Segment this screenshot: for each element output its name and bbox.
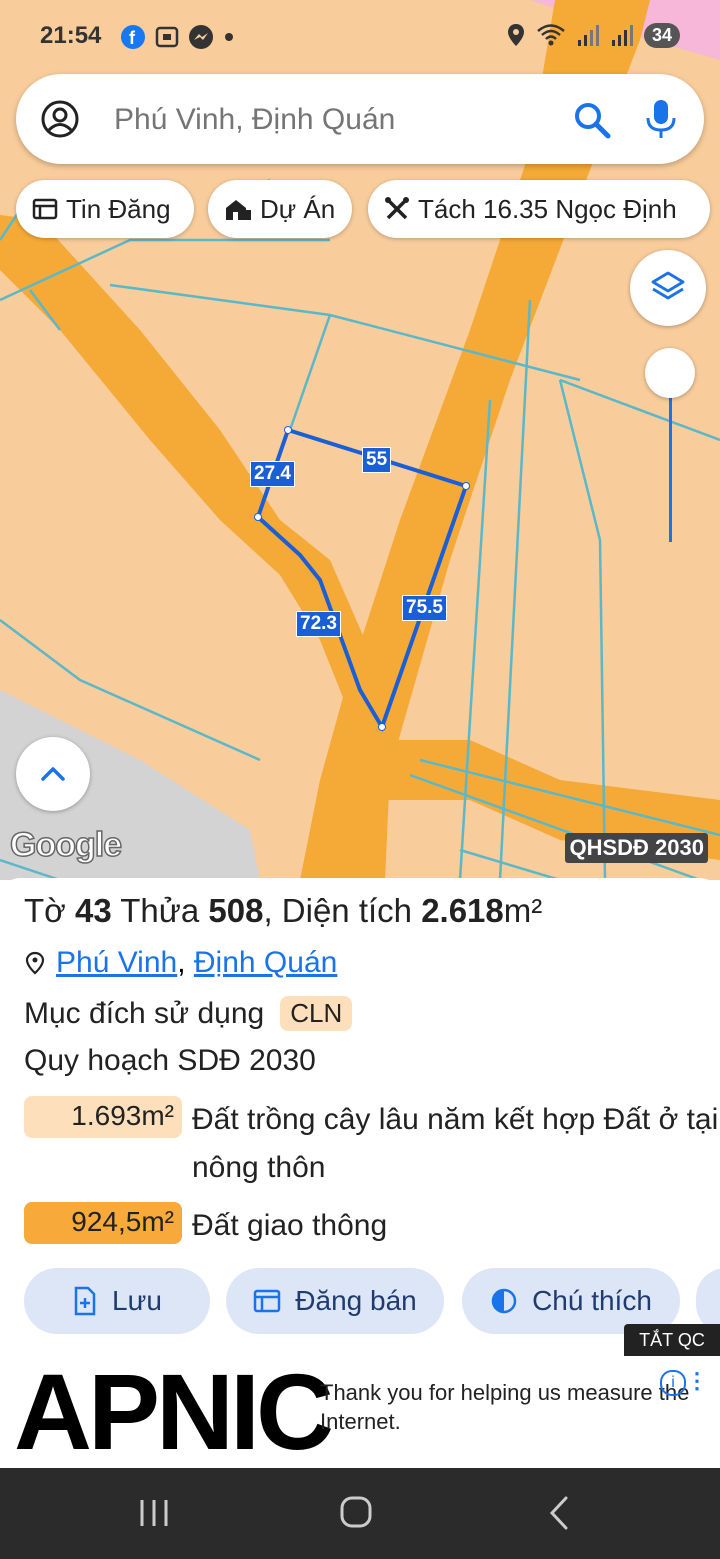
edge-label-55: 55: [362, 447, 392, 473]
parcel-location: Phú Vinh, Định Quán: [24, 946, 337, 980]
search-input[interactable]: [112, 96, 536, 144]
zone-area: 924,5m²: [24, 1202, 182, 1244]
sheet-number: 43: [74, 892, 112, 929]
save-button-label: Lưu: [112, 1285, 162, 1316]
land-use-purpose: Mục đích sử dụng CLN: [24, 996, 353, 1031]
area-unit: m²: [503, 892, 543, 929]
messenger-icon: [189, 25, 213, 49]
recent-apps-icon[interactable]: [140, 1500, 168, 1526]
ad-info-icon[interactable]: i: [660, 1370, 686, 1396]
post-sale-label: Đăng bán: [295, 1285, 417, 1316]
ad-more-icon[interactable]: ⋮: [686, 1368, 708, 1394]
district-link[interactable]: Định Quán: [194, 946, 337, 979]
layers-button[interactable]: [630, 250, 706, 326]
legend-label: Chú thích: [532, 1285, 652, 1316]
chip-label: Dự Án: [260, 193, 336, 224]
post-sale-button[interactable]: Đăng bán: [226, 1268, 444, 1334]
home-icon[interactable]: [340, 1496, 372, 1528]
opacity-slider-knob[interactable]: [645, 348, 695, 398]
plot-label: Thửa: [111, 892, 209, 929]
system-nav-bar: [0, 1468, 720, 1559]
layers-icon: [651, 271, 685, 300]
battery-level: 34: [643, 22, 680, 48]
screenshot-icon: [155, 26, 179, 48]
half-circle-icon: [491, 1288, 517, 1314]
zone-row: 924,5m² Đất giao thông: [24, 1202, 720, 1250]
edge-label-723: 72.3: [296, 611, 341, 637]
purpose-badge: CLN: [280, 996, 353, 1031]
map-layer-tag: QHSDĐ 2030: [565, 833, 708, 863]
calendar-icon: [254, 1289, 281, 1313]
purpose-label: Mục đích sử dụng: [24, 996, 265, 1030]
plot-number: 508: [208, 892, 264, 929]
save-button[interactable]: Lưu: [24, 1268, 210, 1334]
listing-icon: [32, 198, 58, 220]
account-icon[interactable]: [40, 99, 80, 139]
location-separator: ,: [177, 946, 194, 979]
plan-heading: Quy hoạch SDĐ 2030: [24, 1044, 316, 1077]
ad-brand: APNIC: [14, 1351, 334, 1472]
location-icon: [507, 24, 524, 46]
status-time: 21:54: [40, 22, 102, 49]
facebook-icon: f: [121, 25, 145, 49]
area-label: , Diện tích: [263, 892, 422, 929]
expand-panel-button[interactable]: [16, 737, 90, 811]
status-bar: 21:54 f 34: [0, 0, 720, 72]
location-pin-icon: [25, 951, 45, 975]
edge-label-755: 75.5: [402, 595, 447, 621]
parcel-info-panel: Tờ 43 Thửa 508, Diện tích 2.618m² Phú Vi…: [0, 878, 720, 1358]
chip-label: Tin Đăng: [66, 193, 171, 224]
ad-text: Thank you for helping us measure the Int…: [320, 1380, 690, 1434]
back-icon[interactable]: [549, 1496, 568, 1530]
chip-tin-dang[interactable]: Tin Đăng: [16, 180, 194, 238]
chip-label: Tách 16.35 Ngọc Định: [418, 193, 677, 224]
tools-icon: [385, 197, 409, 220]
chip-du-an[interactable]: Dự Án: [208, 180, 352, 238]
dot-icon: [225, 33, 233, 41]
google-logo: Google: [9, 825, 123, 865]
svg-text:f: f: [129, 28, 136, 48]
zone-description: Đất giao thông: [192, 1209, 388, 1242]
edge-label-274: 27.4: [250, 461, 295, 487]
close-ad-button[interactable]: TẮT QC: [624, 1324, 720, 1356]
search-bar[interactable]: [16, 74, 704, 164]
chevron-up-icon: [41, 767, 65, 781]
sheet-label: Tờ: [24, 892, 75, 929]
zone-description: Đất trồng cây lâu năm kết hợp Đất ở tại …: [192, 1103, 719, 1184]
signal-icon: [577, 25, 599, 46]
signal-icon-2: [611, 25, 633, 46]
wifi-icon: [537, 24, 565, 46]
search-icon[interactable]: [572, 100, 612, 140]
parcel-title: Tờ 43 Thửa 508, Diện tích 2.618m²: [24, 892, 542, 930]
buildings-icon: [226, 200, 251, 220]
mic-icon[interactable]: [644, 98, 678, 140]
area-value: 2.618: [421, 892, 504, 929]
zone-area: 1.693m²: [24, 1096, 182, 1138]
map-view[interactable]: 27.4 55 72.3 75.5 21:54 f 34 Tin Đăng: [0, 0, 720, 880]
zone-row: 1.693m² Đất trồng cây lâu năm kết hợp Đấ…: [24, 1096, 720, 1192]
ad-banner[interactable]: APNIC Thank you for helping us measure t…: [0, 1356, 720, 1468]
commune-link[interactable]: Phú Vinh: [56, 946, 177, 979]
chip-tach[interactable]: Tách 16.35 Ngọc Định: [368, 180, 710, 238]
save-add-icon: [74, 1286, 96, 1316]
